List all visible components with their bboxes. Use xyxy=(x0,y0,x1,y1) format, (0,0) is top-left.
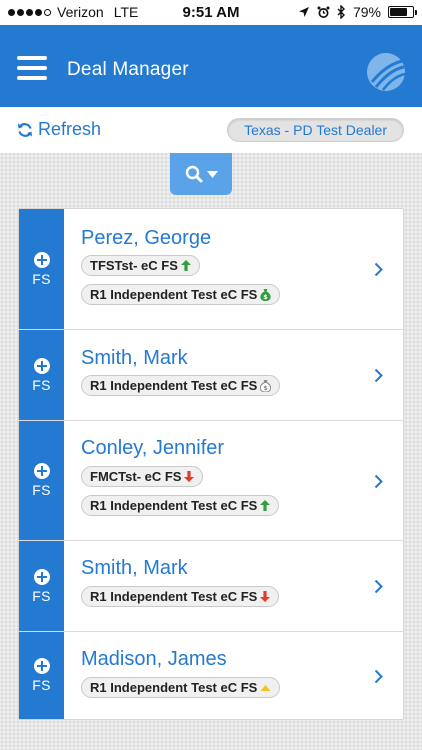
deal-side-tab[interactable]: FS xyxy=(19,421,64,540)
menu-bar xyxy=(17,76,47,80)
deal-type-label: FS xyxy=(32,482,51,498)
svg-text:$: $ xyxy=(264,293,269,301)
lender-chip: R1 Independent Test eC FS xyxy=(81,586,280,607)
battery-percent: 79% xyxy=(352,4,381,20)
arrow-down-icon xyxy=(184,471,195,482)
toolbar: Refresh Texas - PD Test Dealer xyxy=(0,107,422,153)
deal-side-tab[interactable]: FS xyxy=(19,209,64,329)
hamburger-menu-icon[interactable] xyxy=(17,56,47,80)
dealer-selector[interactable]: Texas - PD Test Dealer xyxy=(227,118,404,142)
arrow-down-icon xyxy=(260,591,271,602)
search-toggle-button[interactable] xyxy=(170,153,232,195)
money-bag-green-icon: $ xyxy=(260,288,271,301)
chevron-right-icon[interactable] xyxy=(374,579,383,594)
deal-side-tab[interactable]: FS xyxy=(19,330,64,420)
search-icon xyxy=(185,165,202,183)
deal-type-label: FS xyxy=(32,270,51,287)
plus-circle-icon xyxy=(33,463,50,479)
plus-circle-icon xyxy=(33,251,50,268)
customer-name: Perez, George xyxy=(81,227,212,249)
location-arrow-icon xyxy=(298,7,309,17)
caret-down-icon xyxy=(206,170,218,178)
deal-list-item[interactable]: FS Conley, Jennifer FMCTst- eC FS R1 Ind… xyxy=(19,421,403,541)
deal-type-label: FS xyxy=(32,677,51,693)
app-logo-icon xyxy=(367,53,406,91)
customer-name: Conley, Jennifer xyxy=(81,437,225,459)
menu-bar xyxy=(17,56,47,60)
chevron-right-icon[interactable] xyxy=(374,669,383,684)
bluetooth-icon xyxy=(337,5,345,19)
refresh-icon xyxy=(18,122,32,137)
arrow-up-icon xyxy=(260,500,271,511)
lender-label: R1 Independent Test eC FS xyxy=(90,287,258,302)
lender-chip: R1 Independent Test eC FS $ xyxy=(81,375,281,396)
chevron-right-icon[interactable] xyxy=(374,262,383,277)
deal-list-item[interactable]: FS Madison, James R1 Independent Test eC… xyxy=(19,632,403,719)
deal-side-tab[interactable]: FS xyxy=(19,541,64,631)
status-right: 79% xyxy=(298,4,417,20)
chevron-right-icon[interactable] xyxy=(374,474,383,489)
chevron-right-icon[interactable] xyxy=(374,368,383,383)
deal-type-label: FS xyxy=(32,587,51,604)
plus-circle-icon xyxy=(33,568,50,585)
deal-list: FS Perez, George TFSTst- eC FS R1 Indepe… xyxy=(18,208,404,720)
menu-bar xyxy=(17,66,47,70)
page-title: Deal Manager xyxy=(67,59,189,80)
lender-label: FMCTst- eC FS xyxy=(90,469,182,484)
plus-circle-icon xyxy=(33,658,50,674)
arrow-up-icon xyxy=(180,260,191,271)
battery-icon xyxy=(388,6,417,18)
lender-label: TFSTst- eC FS xyxy=(90,258,178,273)
money-bag-gray-icon: $ xyxy=(260,379,272,392)
status-bar: Verizon LTE 9:51 AM 79% xyxy=(0,0,422,25)
lender-chip: R1 Independent Test eC FS xyxy=(81,677,281,698)
customer-name: Madison, James xyxy=(81,648,227,670)
plus-circle-icon xyxy=(33,357,50,374)
lender-chip: R1 Independent Test eC FS xyxy=(81,495,280,516)
lender-label: R1 Independent Test eC FS xyxy=(90,378,258,393)
deal-list-item[interactable]: FS Smith, Mark R1 Independent Test eC FS… xyxy=(19,330,403,421)
lender-chip: FMCTst- eC FS xyxy=(81,466,204,487)
lender-label: R1 Independent Test eC FS xyxy=(90,680,258,695)
caret-up-yellow-icon xyxy=(260,684,271,691)
deal-list-item[interactable]: FS Perez, George TFSTst- eC FS R1 Indepe… xyxy=(19,209,403,330)
customer-name: Smith, Mark xyxy=(81,557,188,579)
refresh-button[interactable]: Refresh xyxy=(17,119,101,140)
deal-list-item[interactable]: FS Smith, Mark R1 Independent Test eC FS xyxy=(19,541,403,632)
lender-label: R1 Independent Test eC FS xyxy=(90,498,258,513)
lender-label: R1 Independent Test eC FS xyxy=(90,589,258,604)
svg-text:$: $ xyxy=(264,384,269,392)
lender-chip: R1 Independent Test eC FS $ xyxy=(81,284,281,305)
app-header: Deal Manager xyxy=(0,25,422,107)
battery-level xyxy=(390,8,408,16)
deal-side-tab[interactable]: FS xyxy=(19,632,64,719)
refresh-label: Refresh xyxy=(38,119,102,139)
customer-name: Smith, Mark xyxy=(81,347,188,369)
lender-chip: TFSTst- eC FS xyxy=(81,255,200,276)
deal-type-label: FS xyxy=(32,376,51,393)
alarm-icon xyxy=(317,6,330,18)
